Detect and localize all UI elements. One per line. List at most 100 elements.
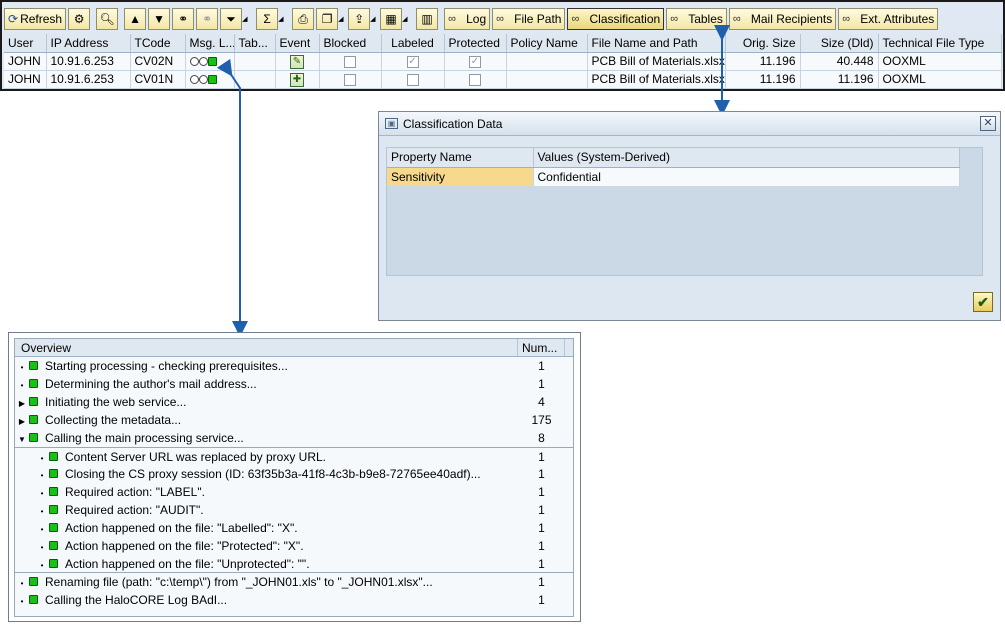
details-button[interactable]: ⚙ (68, 8, 91, 30)
filter-icon: ⏷ (226, 11, 236, 26)
status-green-icon (29, 361, 38, 371)
col-header-user[interactable]: User (4, 34, 47, 53)
col-header-tcode[interactable]: TCode (130, 34, 186, 53)
file-path-button[interactable]: ∞ File Path (492, 8, 566, 30)
tree-node[interactable]: • Calling the HaloCORE Log BAdI... 1 (15, 591, 573, 609)
col-header-labeled[interactable]: Labeled (381, 34, 445, 53)
continue-button[interactable]: ✔ (973, 292, 993, 312)
cell-msg-log[interactable] (185, 70, 235, 89)
table-row[interactable]: JOHN 10.91.6.253 CV01N ✚ PCB Bill of Mat… (4, 70, 1002, 89)
find-button[interactable]: 🔍︎ (96, 8, 119, 30)
layout-dropdown-icon[interactable]: ◢ (402, 15, 410, 23)
export-button[interactable]: ⇪ (348, 8, 371, 30)
collapse-arrow-icon[interactable]: ▼ (15, 431, 29, 447)
export-dropdown-icon[interactable]: ◢ (370, 15, 378, 23)
col-header-size-dld[interactable]: Size (Dld) (800, 34, 879, 53)
bullet-icon: • (40, 471, 44, 480)
tree-node[interactable]: • Determining the author's mail address..… (15, 375, 573, 393)
tree-node[interactable]: • Renaming file (path: "c:\temp\") from "… (15, 573, 573, 591)
cell-event[interactable]: ✚ (275, 70, 320, 89)
find-more-button[interactable]: ⚭ (196, 8, 219, 30)
cell-tcode: CV02N (130, 52, 186, 71)
col-header-policy-name[interactable]: Policy Name (506, 34, 588, 53)
graphic-button[interactable]: ▥ (416, 8, 439, 30)
col-header-overview[interactable]: Overview (15, 339, 518, 356)
col-header-msg-log[interactable]: Msg. L... (185, 34, 235, 53)
layout-button[interactable]: ▦ (380, 8, 403, 30)
cell-value[interactable]: Confidential (533, 167, 960, 186)
tree-child-node[interactable]: • Closing the CS proxy session (ID: 63f35… (15, 465, 573, 483)
col-header-file-type[interactable]: Technical File Type (878, 34, 1002, 53)
alv-toolbar: ⟳ Refresh ⚙ 🔍︎ ▲ ▼ ⚭ ⚭ ⏷ ◢ Σ ◢ ⎙ ❐ ◢ ⇪ ◢… (4, 7, 1004, 31)
sort-descending-button[interactable]: ▼ (148, 8, 171, 30)
status-green-icon (49, 541, 58, 551)
status-green-icon (29, 577, 38, 587)
classification-button[interactable]: ∞ Classification (567, 8, 665, 30)
refresh-button[interactable]: ⟳ Refresh (4, 8, 67, 30)
tables-label: Tables (688, 12, 723, 26)
tables-button[interactable]: ∞ Tables (666, 8, 727, 30)
col-header-values[interactable]: Values (System-Derived) (533, 148, 960, 168)
col-header-protected[interactable]: Protected (444, 34, 507, 53)
filter-dropdown-icon[interactable]: ◢ (242, 15, 250, 23)
col-header-event[interactable]: Event (275, 34, 320, 53)
col-header-property-name[interactable]: Property Name (387, 148, 534, 168)
tree-node[interactable]: ▼ Calling the main processing service... … (15, 429, 573, 447)
cell-event[interactable]: ✎ (275, 52, 320, 71)
layout-icon: ▦ (385, 12, 397, 26)
cell-orig-size: 11.196 (725, 70, 801, 89)
tree-node[interactable]: ▶ Initiating the web service... 4 (15, 393, 573, 411)
col-header-number[interactable]: Num... (518, 339, 565, 356)
col-header-tables[interactable]: Tab... (234, 34, 276, 53)
views-button[interactable]: ❐ (316, 8, 339, 30)
status-green-icon (49, 505, 58, 515)
glasses-icon: ∞ (496, 13, 504, 25)
sum-icon: Σ (263, 12, 271, 26)
binoculars-icon: ⚭ (178, 12, 189, 26)
tree-child-node[interactable]: • Required action: "AUDIT". 1 (15, 501, 573, 519)
table-row[interactable]: Sensitivity Confidential (387, 167, 960, 186)
total-button[interactable]: Σ (256, 8, 279, 30)
cell-property-name[interactable]: Sensitivity (387, 167, 534, 186)
tree-child-node[interactable]: • Action happened on the file: "Unprotect… (15, 555, 573, 573)
traffic-light-icon[interactable] (189, 75, 217, 85)
col-header-file-name[interactable]: File Name and Path (587, 34, 726, 53)
tree-node-count: 1 (538, 467, 545, 481)
change-document-icon[interactable]: ✎ (290, 55, 304, 69)
checkmark-icon: ✔ (977, 294, 989, 310)
glasses-icon: ∞ (571, 13, 579, 25)
close-button[interactable]: ✕ (980, 116, 996, 131)
blocked-checkbox (344, 73, 356, 86)
col-header-ip-address[interactable]: IP Address (46, 34, 131, 53)
tree-node-count: 1 (538, 521, 545, 535)
log-button[interactable]: ∞ Log (444, 8, 491, 30)
total-dropdown-icon[interactable]: ◢ (278, 15, 286, 23)
tree-child-node[interactable]: • Required action: "LABEL". 1 (15, 483, 573, 501)
col-header-blocked[interactable]: Blocked (319, 34, 382, 53)
print-button[interactable]: ⎙ (292, 8, 315, 30)
blocked-checkbox (344, 55, 356, 68)
labeled-checkbox (406, 73, 419, 86)
col-header-orig-size[interactable]: Orig. Size (725, 34, 801, 53)
table-row[interactable]: JOHN 10.91.6.253 CV02N ✎ ✓ ✓ PCB Bill of… (4, 52, 1002, 71)
tree-child-node[interactable]: • Content Server URL was replaced by prox… (15, 447, 573, 465)
views-dropdown-icon[interactable]: ◢ (338, 15, 346, 23)
ext-attributes-button[interactable]: ∞ Ext. Attributes (838, 8, 939, 30)
tree-child-node[interactable]: • Action happened on the file: "Protected… (15, 537, 573, 555)
expand-arrow-icon[interactable]: ▶ (15, 395, 29, 411)
mail-recipients-button[interactable]: ∞ Mail Recipients (728, 8, 837, 30)
status-green-icon (29, 397, 38, 407)
traffic-light-icon[interactable] (189, 57, 217, 67)
tree-child-node[interactable]: • Action happened on the file: "Labelled"… (15, 519, 573, 537)
expand-arrow-icon[interactable]: ▶ (15, 413, 29, 429)
filter-button[interactable]: ⏷ (220, 8, 243, 30)
cell-policy-name (506, 70, 588, 89)
cell-msg-log[interactable] (185, 52, 235, 71)
sort-ascending-button[interactable]: ▲ (124, 8, 147, 30)
grid-header-row: User IP Address TCode Msg. L... Tab... E… (4, 34, 1002, 53)
tree-node-text: Collecting the metadata... (45, 413, 182, 427)
tree-node[interactable]: • Starting processing - checking prerequi… (15, 357, 573, 375)
create-document-icon[interactable]: ✚ (290, 73, 304, 87)
find-next-button[interactable]: ⚭ (172, 8, 195, 30)
tree-node[interactable]: ▶ Collecting the metadata... 175 (15, 411, 573, 429)
